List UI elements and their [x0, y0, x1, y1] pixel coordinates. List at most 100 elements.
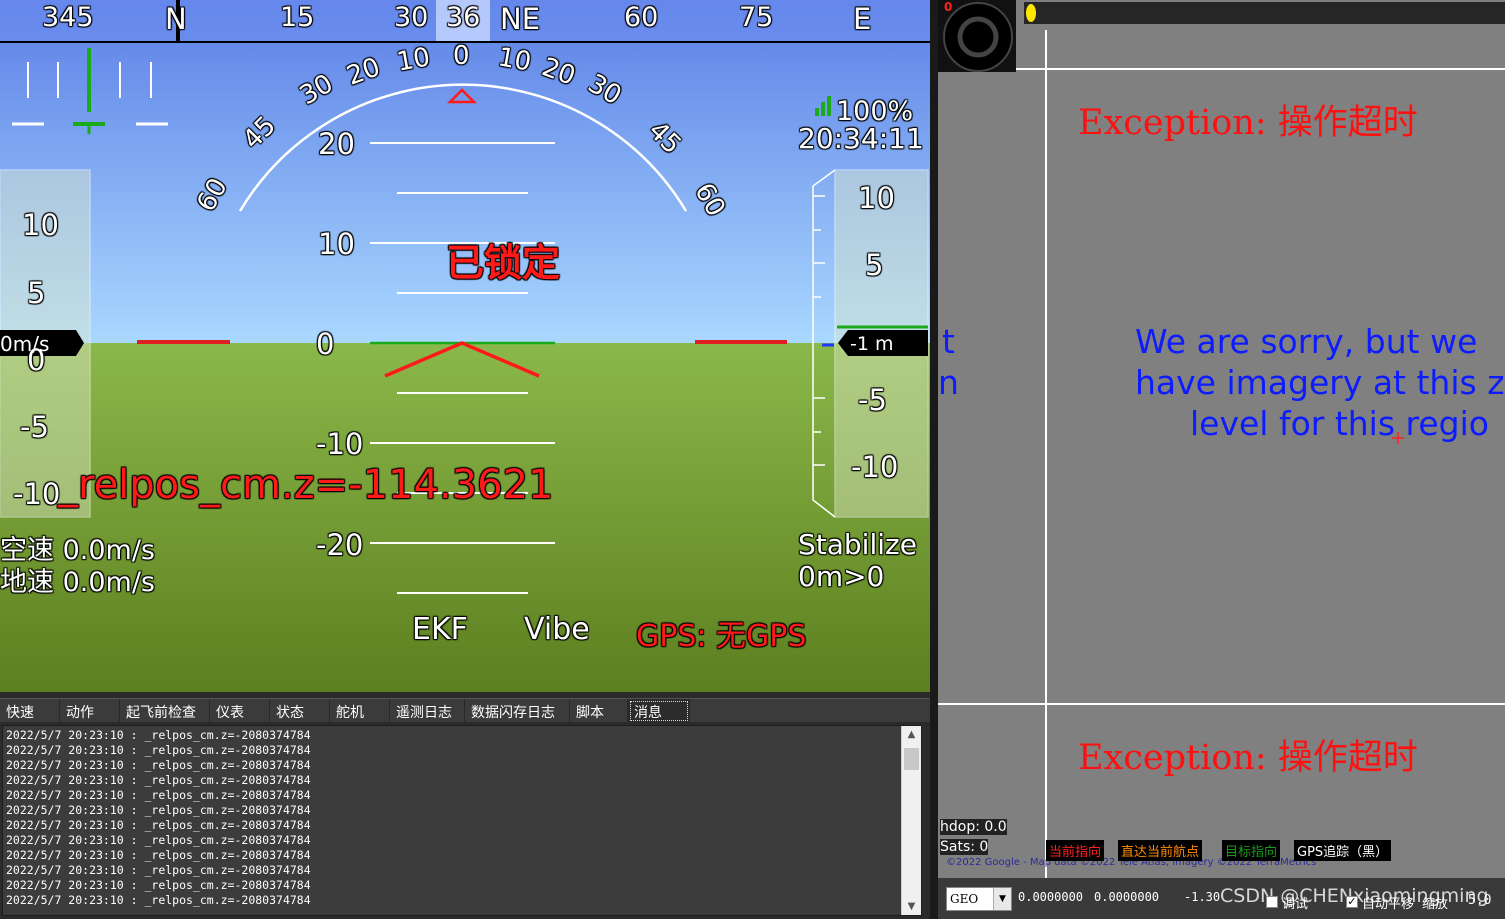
- exception-top: Exception: 操作超时: [1078, 103, 1418, 143]
- altitude-readout: -1.30: [1184, 890, 1221, 904]
- tab-messages[interactable]: 消息: [628, 699, 690, 723]
- latitude-readout: 0.0000000: [1018, 890, 1084, 904]
- zoom-label: 缩放: [1422, 897, 1449, 912]
- legend-target: 目标指向: [1222, 840, 1281, 861]
- zoom-level-marker: 0: [944, 0, 953, 14]
- compass-label-345: 345: [42, 2, 94, 33]
- tab-gauges[interactable]: 仪表: [210, 699, 270, 723]
- tab-dataflash-logs[interactable]: 数据闪存日志: [465, 699, 570, 723]
- roll-label-left-10: 10: [394, 42, 433, 78]
- auto-pan-checkbox[interactable]: ✓: [1346, 896, 1358, 908]
- alt-tape-label-10: 10: [858, 181, 895, 215]
- scroll-thumb[interactable]: [904, 748, 919, 770]
- pitch-label-m10: -10: [316, 427, 364, 461]
- scroll-down-arrow-icon[interactable]: ▼: [902, 898, 921, 915]
- message-scrollbar[interactable]: ▲ ▼: [901, 726, 921, 915]
- hud-panel: 345 N 15 30 36 NE 60 75 E 60 45 30 20 10…: [0, 0, 930, 692]
- compass-label-n: N: [165, 2, 187, 36]
- alt-tape-label-m5: -5: [858, 383, 887, 417]
- message-line: 2022/5/7 20:23:10 : _relpos_cm.z=-208037…: [6, 803, 311, 817]
- hdop-readout: hdop: 0.0: [940, 819, 1007, 835]
- message-line: 2022/5/7 20:23:10 : _relpos_cm.z=-208037…: [6, 818, 311, 832]
- alt-tape-label-5: 5: [865, 248, 884, 282]
- message-line: 2022/5/7 20:23:10 : _relpos_cm.z=-208037…: [6, 878, 311, 892]
- debug-label: 调试: [1282, 897, 1309, 912]
- compass-label-15: 15: [280, 2, 315, 33]
- longitude-readout: 0.0000000: [1094, 890, 1160, 904]
- compass-label-ne: NE: [500, 2, 541, 36]
- tab-actions[interactable]: 动作: [60, 699, 120, 723]
- tab-scripts[interactable]: 脚本: [570, 699, 628, 723]
- battery-bar-2: [821, 102, 825, 116]
- clock-time: 20:34:11: [798, 122, 924, 155]
- debug-checkbox[interactable]: [1266, 896, 1278, 908]
- exception-bottom: Exception: 操作超时: [1078, 738, 1418, 778]
- arm-status: 已锁定: [446, 241, 561, 285]
- vibe-indicator[interactable]: Vibe: [524, 612, 590, 647]
- message-line: 2022/5/7 20:23:10 : _relpos_cm.z=-208037…: [6, 773, 311, 787]
- waypoint-distance: 0m>0: [798, 560, 885, 593]
- message-line: 2022/5/7 20:23:10 : _relpos_cm.z=-208037…: [6, 743, 311, 757]
- pitch-label-10: 10: [318, 227, 355, 261]
- speed-tape-label-10: 10: [22, 208, 59, 242]
- tab-status[interactable]: 状态: [270, 699, 330, 723]
- message-line: 2022/5/7 20:23:10 : _relpos_cm.z=-208037…: [6, 863, 311, 877]
- message-line: 2022/5/7 20:23:10 : _relpos_cm.z=-208037…: [6, 893, 311, 907]
- map-panel[interactable]: 0 Exception: 操作超时 Exception: 操作超时 We are…: [938, 0, 1505, 878]
- tab-quick[interactable]: 快速: [0, 699, 60, 723]
- groundspeed-readout: 地速 0.0m/s: [0, 567, 155, 598]
- speed-tape-label-m10: -10: [13, 477, 61, 511]
- message-list: 2022/5/7 20:23:10 : _relpos_cm.z=-208037…: [6, 728, 896, 908]
- battery-bar-3: [827, 96, 831, 116]
- battery-bar-1: [815, 108, 819, 116]
- speed-tape-label-5: 5: [27, 276, 46, 310]
- roll-label-right-10: 10: [495, 42, 534, 78]
- compass-label-30: 30: [394, 2, 429, 33]
- zoom-track[interactable]: [1024, 2, 1505, 24]
- pitch-label-20: 20: [318, 127, 355, 161]
- map-status-bar: GEO ▼ 0.0000000 0.0000000 -1.30 CSDN @CH…: [938, 878, 1505, 919]
- sats-readout: Sats: 0: [940, 839, 989, 855]
- compass-label-60: 60: [624, 2, 659, 33]
- compass-label-36: 36: [446, 2, 481, 33]
- panel-divider[interactable]: [930, 0, 938, 919]
- tab-preflight[interactable]: 起飞前检查: [120, 699, 210, 723]
- no-imagery-line-2: have imagery at this z: [1135, 363, 1505, 402]
- alt-current-value: -1 m: [850, 333, 894, 355]
- zoom-dial-icon[interactable]: [943, 2, 1013, 72]
- coord-system-value: GEO: [950, 892, 979, 906]
- gps-status[interactable]: GPS: 无GPS: [636, 611, 806, 655]
- no-imagery-line-3: level for this regio: [1190, 404, 1489, 443]
- message-line: 2022/5/7 20:23:10 : _relpos_cm.z=-208037…: [6, 728, 311, 742]
- auto-pan-label: 自动平移: [1362, 897, 1415, 912]
- compass-label-e: E: [853, 2, 872, 36]
- flight-mode: Stabilize: [798, 528, 917, 561]
- speed-current-value: 0m/s: [0, 332, 50, 356]
- pitch-label-0: 0: [316, 327, 335, 361]
- alt-tape-label-m10: -10: [851, 450, 899, 484]
- scroll-up-arrow-icon[interactable]: ▲: [902, 726, 921, 743]
- ekf-indicator[interactable]: EKF: [412, 612, 468, 647]
- zoom-value[interactable]: 5.0: [1468, 893, 1491, 908]
- speed-tape-label-m5: -5: [20, 410, 49, 444]
- zoom-slider-knob[interactable]: [1026, 4, 1036, 22]
- legend-gps-track: GPS追踪（黑）: [1294, 840, 1392, 861]
- no-imagery-left-2: n: [938, 363, 959, 402]
- message-line: 2022/5/7 20:23:10 : _relpos_cm.z=-208037…: [6, 758, 311, 772]
- no-imagery-line-1: We are sorry, but we: [1135, 322, 1478, 361]
- message-line: 2022/5/7 20:23:10 : _relpos_cm.z=-208037…: [6, 788, 311, 802]
- compass-label-75: 75: [739, 2, 774, 33]
- coord-system-select[interactable]: GEO ▼: [946, 887, 1012, 911]
- tab-servo[interactable]: 舵机: [330, 699, 390, 723]
- pitch-label-m20: -20: [316, 528, 364, 562]
- message-line: 2022/5/7 20:23:10 : _relpos_cm.z=-208037…: [6, 848, 311, 862]
- no-imagery-left-1: t: [942, 322, 955, 361]
- tab-tlogs[interactable]: 遥测日志: [390, 699, 465, 723]
- tab-strip: 快速 动作 起飞前检查 仪表 状态 舵机 遥测日志 数据闪存日志 脚本 消息: [0, 698, 930, 723]
- messages-box[interactable]: 2022/5/7 20:23:10 : _relpos_cm.z=-208037…: [2, 725, 922, 916]
- legend-heading: 当前指向: [1046, 840, 1105, 861]
- roll-label-0: 0: [453, 41, 470, 71]
- debug-relpos-text: _relpos_cm.z=-114.3621: [58, 462, 554, 508]
- legend-waypoint: 直达当前航点: [1118, 840, 1203, 861]
- chevron-down-icon[interactable]: ▼: [993, 888, 1011, 910]
